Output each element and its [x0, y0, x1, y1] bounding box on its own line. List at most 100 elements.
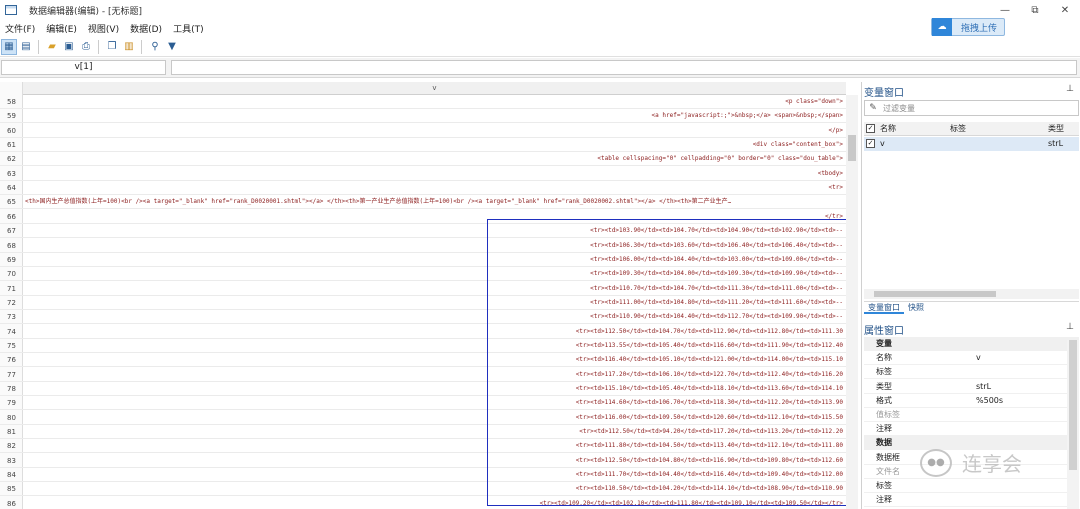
grid-cell[interactable]: <p class="down">	[25, 95, 843, 109]
close-button[interactable]: ✕	[1050, 0, 1080, 20]
table-row[interactable]: 63 <tbody>	[0, 167, 846, 181]
table-row[interactable]: 79 <tr><td>114.60</td><td>106.70</td><td>…	[0, 396, 846, 411]
upload-button[interactable]: ☁ 拖拽上传	[931, 18, 1005, 36]
search-icon[interactable]: ⚲	[147, 39, 163, 55]
table-row[interactable]: 60 </p>	[0, 124, 846, 138]
copy-icon[interactable]: ❐	[104, 39, 120, 55]
row-number[interactable]: 72	[0, 296, 23, 310]
table-row[interactable]: 71 <tr><td>110.70</td><td>104.70</td><td>…	[0, 282, 846, 296]
restore-button[interactable]: ⧉	[1020, 0, 1050, 20]
property-row[interactable]: 标签	[864, 365, 1079, 380]
minimize-button[interactable]: —	[990, 0, 1020, 20]
row-number[interactable]: 79	[0, 396, 23, 410]
table-row[interactable]: 68 <tr><td>106.30</td><td>103.60</td><td>…	[0, 239, 846, 253]
property-value[interactable]: v	[976, 351, 981, 365]
variables-horizontal-scrollbar[interactable]	[864, 289, 1079, 299]
scrollbar-thumb[interactable]	[874, 291, 996, 297]
table-row[interactable]: 66 </tr>	[0, 210, 846, 224]
grid-cell[interactable]: <tr><td>110.50</td><td>104.20</td><td>11…	[25, 482, 843, 496]
property-value[interactable]: strL	[976, 380, 991, 394]
scrollbar-thumb[interactable]	[848, 135, 856, 161]
grid-cell[interactable]: <tr><td>112.50</td><td>104.70</td><td>11…	[25, 325, 843, 339]
col-label[interactable]: 标签	[950, 122, 966, 136]
row-number[interactable]: 60	[0, 124, 23, 138]
list-view-icon[interactable]: ▤	[18, 39, 34, 55]
grid-cell[interactable]: <tr><td>112.50</td><td>104.80</td><td>11…	[25, 454, 843, 468]
row-number[interactable]: 82	[0, 439, 23, 453]
variable-filter[interactable]: ✎ 过滤变量	[864, 100, 1079, 116]
grid-cell[interactable]: </tr>	[25, 210, 843, 224]
row-number[interactable]: 59	[0, 109, 23, 123]
col-name[interactable]: 名称	[880, 122, 896, 136]
row-number[interactable]: 75	[0, 339, 23, 353]
table-row[interactable]: 73 <tr><td>110.90</td><td>104.40</td><td>…	[0, 310, 846, 325]
grid-cell[interactable]: <table cellspacing="0" cellpadding="0" b…	[25, 152, 843, 166]
table-row[interactable]: 80 <tr><td>116.00</td><td>109.50</td><td>…	[0, 411, 846, 425]
open-folder-icon[interactable]: ▰	[44, 39, 60, 55]
grid-cell[interactable]: <tr><td>113.55</td><td>105.40</td><td>11…	[25, 339, 843, 353]
row-number[interactable]: 74	[0, 325, 23, 339]
cell-reference[interactable]: v[1]	[1, 60, 166, 75]
property-value[interactable]: %500s	[976, 394, 1003, 408]
pin-icon[interactable]: ⊥	[1066, 322, 1074, 332]
filter-icon[interactable]: ▼	[164, 39, 180, 55]
table-row[interactable]: 59 <a href="javascript:;">&nbsp;</a> <spa…	[0, 109, 846, 124]
row-number[interactable]: 70	[0, 267, 23, 281]
grid-cell[interactable]: <tr><td>106.00</td><td>104.40</td><td>10…	[25, 253, 843, 267]
table-row[interactable]: 58 <p class="down">	[0, 95, 846, 109]
grid-cell[interactable]: <tr><td>115.10</td><td>105.40</td><td>11…	[25, 382, 843, 396]
grid-cell[interactable]: <tr><td>111.00</td><td>104.80</td><td>11…	[25, 296, 843, 310]
grid-cell[interactable]: <tr><td>112.50</td><td>94.20</td><td>117…	[25, 425, 843, 439]
grid-cell[interactable]: <tr><td>114.60</td><td>106.70</td><td>11…	[25, 396, 843, 410]
grid-cell[interactable]: <tr><td>116.00</td><td>109.50</td><td>12…	[25, 411, 843, 425]
row-number[interactable]: 58	[0, 95, 23, 109]
properties-scrollbar[interactable]	[1067, 340, 1079, 509]
row-number[interactable]: 84	[0, 468, 23, 482]
grid-cell[interactable]: <tr><td>116.40</td><td>105.10</td><td>12…	[25, 353, 843, 367]
table-row[interactable]: 86 <tr><td>109.20</td><td>102.10</td><td>…	[0, 497, 846, 509]
row-number[interactable]: 77	[0, 368, 23, 382]
grid-cell[interactable]: <tr><td>109.30</td><td>104.00</td><td>10…	[25, 267, 843, 281]
grid-cell[interactable]: <a href="javascript:;">&nbsp;</a> <span>…	[25, 109, 843, 123]
row-number[interactable]: 85	[0, 482, 23, 496]
menu-edit[interactable]: 编辑(E)	[41, 22, 83, 35]
menu-file[interactable]: 文件(F)	[0, 22, 41, 35]
select-all-checkbox[interactable]: ✓	[866, 124, 875, 133]
variable-row[interactable]: ✓ v strL	[864, 137, 1079, 151]
table-row[interactable]: 83 <tr><td>112.50</td><td>104.80</td><td>…	[0, 454, 846, 468]
row-number[interactable]: 71	[0, 282, 23, 296]
tab-snapshots[interactable]: 快照	[904, 302, 928, 314]
table-row[interactable]: 69 <tr><td>106.00</td><td>104.40</td><td>…	[0, 253, 846, 267]
table-row[interactable]: 82 <tr><td>111.80</td><td>104.50</td><td>…	[0, 439, 846, 454]
cell-value-input[interactable]	[171, 60, 1077, 75]
table-row[interactable]: 72 <tr><td>111.00</td><td>104.80</td><td>…	[0, 296, 846, 310]
grid-view-icon[interactable]: ▦	[1, 38, 17, 55]
paste-icon[interactable]: ▥	[121, 39, 137, 55]
row-number[interactable]: 80	[0, 411, 23, 425]
table-row[interactable]: 78 <tr><td>115.10</td><td>105.40</td><td>…	[0, 382, 846, 396]
property-row[interactable]: 注释	[864, 422, 1079, 437]
grid-vertical-scrollbar[interactable]	[846, 95, 858, 509]
grid-cell[interactable]: <div class="content_box">	[25, 138, 843, 152]
property-row[interactable]: 注释	[864, 493, 1079, 508]
grid-cell[interactable]: <tr><td>110.70</td><td>104.70</td><td>11…	[25, 282, 843, 296]
table-row[interactable]: 61 <div class="content_box">	[0, 138, 846, 153]
grid-cell[interactable]: <th>国内生产总值指数(上年=100)<br /><a target="_bl…	[25, 195, 843, 209]
table-row[interactable]: 85 <tr><td>110.50</td><td>104.20</td><td>…	[0, 482, 846, 497]
row-number[interactable]: 81	[0, 425, 23, 439]
table-row[interactable]: 64 <tr>	[0, 181, 846, 196]
grid-cell[interactable]: <tr><td>106.30</td><td>103.60</td><td>10…	[25, 239, 843, 253]
col-type[interactable]: 类型	[1048, 122, 1064, 136]
grid-cell[interactable]: <tr><td>109.20</td><td>102.10</td><td>11…	[25, 497, 843, 509]
property-row[interactable]: 名称 v	[864, 351, 1079, 366]
row-number[interactable]: 76	[0, 353, 23, 367]
table-row[interactable]: 84 <tr><td>111.70</td><td>104.40</td><td>…	[0, 468, 846, 483]
grid-cell[interactable]: <tr>	[25, 181, 843, 195]
property-row[interactable]: 类型 strL	[864, 380, 1079, 394]
menu-view[interactable]: 视图(V)	[83, 22, 125, 35]
row-number[interactable]: 83	[0, 454, 23, 468]
row-number[interactable]: 62	[0, 152, 23, 166]
property-group[interactable]: 变量	[864, 337, 1079, 351]
tab-variables[interactable]: 变量窗口	[864, 302, 904, 314]
property-row[interactable]: 值标签	[864, 408, 1079, 422]
